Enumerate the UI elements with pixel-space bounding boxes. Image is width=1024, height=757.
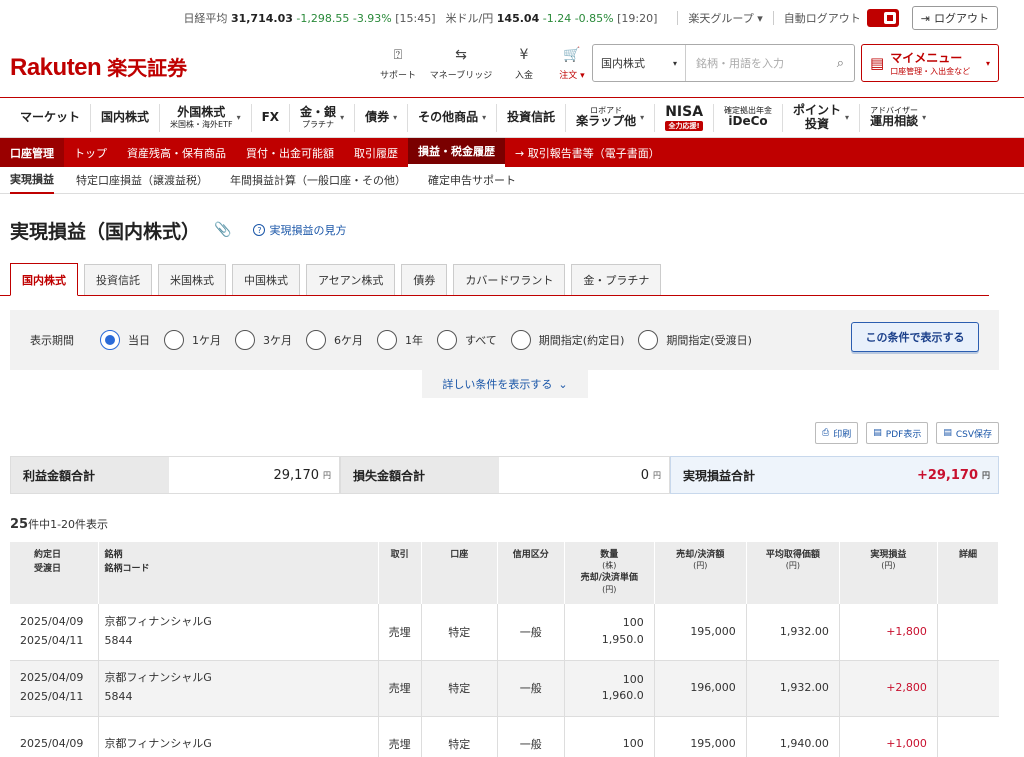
table-row: 2025/04/09 京都フィナンシャルG 売埋 特定 一般 100 195,0… [10, 716, 999, 757]
logout-button[interactable]: ⇥ ログアウト [911, 6, 998, 30]
cart-icon: 🛒 [563, 47, 581, 63]
stock-name-link[interactable]: 京都フィナンシャルG [105, 615, 212, 628]
auto-logout-toggle[interactable] [866, 9, 899, 27]
radio-today[interactable]: 当日 [100, 330, 150, 350]
sub-nav: 実現損益 特定口座損益（譲渡益税） 年間損益計算（一般口座・その他） 確定申告サ… [0, 167, 1024, 194]
page-title: 実現損益（国内株式） [10, 220, 201, 243]
print-button[interactable]: ⎙ 印刷 [815, 422, 859, 444]
account-nav-pl-tax[interactable]: 損益・税金履歴 [408, 138, 505, 167]
tab-domestic-stock[interactable]: 国内株式 [10, 263, 78, 296]
gnav-gold-silver[interactable]: 金・銀 プラチナ ▾ [290, 103, 356, 132]
show-more-conditions[interactable]: 詳しい条件を表示する ⌄ [422, 370, 588, 398]
gnav-bonds[interactable]: 債券 ▾ [355, 103, 409, 132]
gnav-points[interactable]: ポイント 投資 ▾ [783, 103, 861, 132]
tab-covered-warrant[interactable]: カバードワラント [453, 264, 566, 295]
search-input[interactable]: 銘柄・用語を入力 ⌕ [686, 55, 854, 71]
pdf-icon: ▤ [873, 428, 882, 438]
radio-3month[interactable]: 3ケ月 [235, 330, 292, 350]
tab-gold-platinum[interactable]: 金・プラチナ [571, 264, 662, 295]
subnav-annual-pl[interactable]: 年間損益計算（一般口座・その他） [230, 167, 406, 194]
search-box: 国内株式 ▾ 銘柄・用語を入力 ⌕ [592, 44, 855, 82]
market-ticker-bar: 日経平均 31,714.03 -1,298.55 -3.93% [15:45] … [0, 0, 1024, 36]
stock-name-link[interactable]: 京都フィナンシャルG [105, 671, 212, 684]
gnav-foreign-stock[interactable]: 外国株式 米国株・海外ETF ▾ [160, 103, 252, 132]
gnav-nisa[interactable]: NISA 全力応援! [655, 103, 715, 132]
money-bridge-button[interactable]: ⇆ マネーブリッジ [422, 44, 500, 81]
stock-name-link[interactable]: 京都フィナンシャルG [105, 737, 212, 750]
rakuten-group-menu[interactable]: 楽天グループ ▾ [688, 10, 762, 26]
clip-icon[interactable]: 📎 [214, 222, 231, 238]
gnav-robo-advisor[interactable]: ロボアド 楽ラップ他 ▾ [566, 103, 656, 132]
support-icon: ⍰ [393, 47, 403, 63]
bank-icon: ⇆ [455, 47, 467, 63]
account-nav-buying-power[interactable]: 買付・出金可能額 [236, 138, 344, 167]
radio-6month[interactable]: 6ケ月 [306, 330, 363, 350]
search-icon[interactable]: ⌕ [837, 56, 844, 71]
realized-pl-total: 実現損益合計 +29,170 円 [670, 456, 999, 494]
print-icon: ⎙ [822, 428, 830, 438]
profit-total: 利益金額合計 29,170 円 [10, 456, 340, 494]
csv-button[interactable]: ▤ CSV保存 [936, 422, 999, 444]
my-menu-button[interactable]: ▤ マイメニュー 口座管理・入出金など ▾ [861, 44, 999, 82]
radio-trade-date-range[interactable]: 期間指定(約定日) [510, 330, 624, 350]
help-link[interactable]: ? 実現損益の見方 [253, 222, 346, 238]
radio-settle-date-range[interactable]: 期間指定(受渡日) [638, 330, 752, 350]
global-nav: マーケット 国内株式 外国株式 米国株・海外ETF ▾ FX 金・銀 プラチナ ▾ 債券… [0, 98, 1024, 138]
usdjpy-ticker: 米ドル/円 145.04 -1.24 -0.85% [19:20] [445, 12, 658, 25]
pl-summary: 利益金額合計 29,170 円 損失金額合計 0円 実現損益合計 +29,170 円 [10, 456, 999, 494]
gnav-domestic-stock[interactable]: 国内株式 [91, 103, 161, 132]
subnav-tax-return[interactable]: 確定申告サポート [428, 167, 516, 194]
gnav-market[interactable]: マーケット [10, 103, 92, 132]
radio-1year[interactable]: 1年 [377, 330, 423, 350]
question-icon: ? [253, 224, 266, 236]
pdf-button[interactable]: ▤ PDF表示 [866, 422, 929, 444]
period-filter: 表示期間 当日 1ケ月 3ケ月 6ケ月 1年 すべて 期間指定(約定日) 期間指… [10, 310, 999, 370]
account-nav-assets[interactable]: 資産残高・保有商品 [117, 138, 236, 167]
product-tabs: 国内株式 投資信託 米国株式 中国株式 アセアン株式 債券 カバードワラント 金… [0, 263, 989, 296]
tab-bonds[interactable]: 債券 [401, 264, 448, 295]
gnav-other-products[interactable]: その他商品 ▾ [408, 103, 498, 132]
table-row: 2025/04/09 2025/04/11 京都フィナンシャルG 5844 売埋 特… [10, 604, 999, 661]
subnav-specific-account[interactable]: 特定口座損益（譲渡益税） [76, 167, 208, 194]
account-nav: 口座管理 トップ 資産残高・保有商品 買付・出金可能額 取引履歴 損益・税金履歴… [0, 138, 1024, 167]
period-label: 表示期間 [30, 334, 74, 347]
order-menu-button[interactable]: 🛒 注文 ▾ [548, 44, 596, 81]
gnav-advisor[interactable]: アドバイザー 運用相談 ▾ [860, 104, 936, 132]
my-menu-icon: ▤ [870, 54, 885, 72]
subnav-realized-pl[interactable]: 実現損益 [10, 167, 54, 194]
tab-investment-trust[interactable]: 投資信託 [84, 264, 152, 295]
account-nav-reports[interactable]: → 取引報告書等（電子書面） [505, 138, 670, 167]
deposit-button[interactable]: ¥ 入金 [500, 44, 548, 81]
account-nav-history[interactable]: 取引履歴 [344, 138, 408, 167]
site-header: Rakuten 楽天証券 ⍰ サポート ⇆ マネーブリッジ ¥ 入金 🛒 注文 … [0, 36, 1024, 98]
radio-1month[interactable]: 1ケ月 [164, 330, 221, 350]
tab-china-stock[interactable]: 中国株式 [232, 264, 300, 295]
table-row: 2025/04/09 2025/04/11 京都フィナンシャルG 5844 売埋 特… [10, 660, 999, 717]
gnav-investment-trust[interactable]: 投資信託 [497, 103, 567, 132]
apply-filter-button[interactable]: この条件で表示する [851, 322, 979, 352]
nikkei-ticker: 日経平均 31,714.03 -1,298.55 -3.93% [15:45] [183, 12, 436, 25]
logout-icon: ⇥ [920, 11, 930, 25]
chevron-down-icon: ⌄ [558, 377, 568, 391]
tab-asean-stock[interactable]: アセアン株式 [306, 264, 396, 295]
loss-total: 損失金額合計 0円 [340, 456, 670, 494]
export-tools: ⎙ 印刷 ▤ PDF表示 ▤ CSV保存 [0, 422, 999, 444]
gnav-ideco[interactable]: 確定拠出年金 iDeCo [714, 103, 784, 132]
csv-icon: ▤ [943, 428, 952, 438]
radio-all[interactable]: すべて [437, 330, 497, 350]
rakuten-logo[interactable]: Rakuten 楽天証券 [10, 52, 187, 82]
account-nav-title: 口座管理 [0, 138, 64, 167]
deposit-icon: ¥ [519, 47, 529, 63]
search-category-select[interactable]: 国内株式 ▾ [593, 45, 686, 81]
page-title-bar: 実現損益（国内株式） 📎 ? 実現損益の見方 [0, 204, 1024, 256]
result-count: 25件中1-20件表示 [10, 517, 109, 532]
tab-us-stock[interactable]: 米国株式 [158, 264, 226, 295]
account-nav-top[interactable]: トップ [64, 138, 117, 167]
realized-pl-table: 約定日 受渡日 銘柄 銘柄コード 取引 口座 信用区分 数量 (株) 売却/決済単価 (円… [10, 542, 1000, 757]
support-button[interactable]: ⍰ サポート [374, 44, 422, 81]
auto-logout-label: 自動ログアウト [783, 12, 861, 25]
gnav-fx[interactable]: FX [252, 103, 291, 132]
